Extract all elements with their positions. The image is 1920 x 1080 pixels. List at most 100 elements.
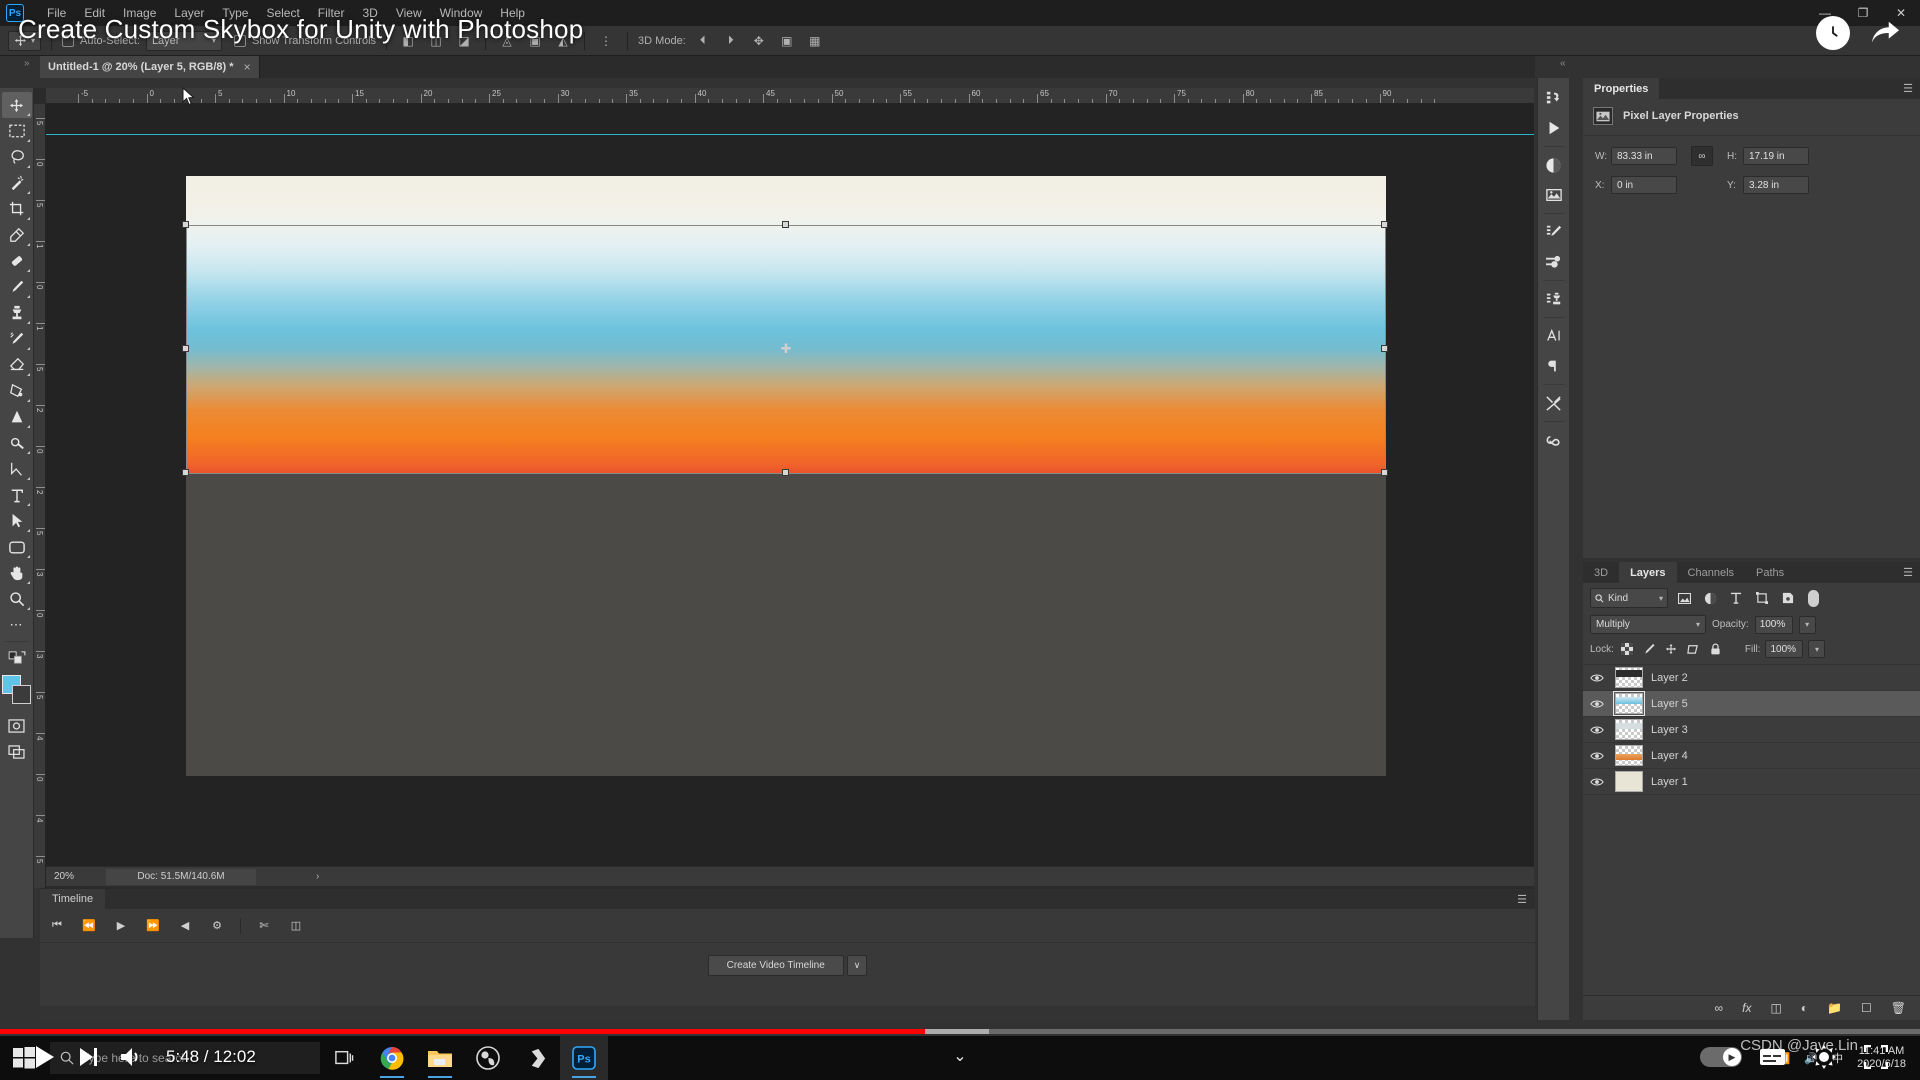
timeline-track-area[interactable]: Create Video Timeline ∨ xyxy=(40,955,1535,995)
hide-controls-chevron-icon[interactable]: ⌄ xyxy=(953,1046,966,1066)
table-row[interactable]: Layer 5 xyxy=(1583,691,1920,717)
gradient-tool[interactable] xyxy=(2,378,32,404)
document-viewport[interactable]: ✚ xyxy=(46,104,1534,872)
magic-wand-tool[interactable] xyxy=(2,170,32,196)
table-row[interactable]: Layer 1 xyxy=(1583,769,1920,795)
horizontal-guide[interactable] xyxy=(46,134,1534,135)
go-to-first-frame-icon[interactable]: ⏮ xyxy=(48,919,66,932)
transform-handle-bottom-left[interactable] xyxy=(182,469,189,476)
align-top-edges-icon[interactable]: ◬ xyxy=(496,30,518,52)
adjustment-layer-icon[interactable]: ◐ xyxy=(1801,1001,1808,1015)
height-field[interactable]: 17.19 in xyxy=(1743,147,1809,165)
paragraph-panel-icon[interactable] xyxy=(1540,352,1568,380)
split-clip-icon[interactable]: ✄ xyxy=(255,919,273,932)
add-mask-icon[interactable]: ◫ xyxy=(1770,1001,1781,1015)
slide-3d-icon[interactable]: ▣ xyxy=(776,30,798,52)
menu-3d[interactable]: 3D xyxy=(353,3,386,23)
fullscreen-icon[interactable] xyxy=(1854,1035,1898,1079)
table-row[interactable]: Layer 2 xyxy=(1583,665,1920,691)
x-position-field[interactable]: 0 in xyxy=(1611,176,1677,194)
vertical-ruler[interactable]: 5051015202530354045 xyxy=(34,104,46,888)
document-tab[interactable]: Untitled-1 @ 20% (Layer 5, RGB/8) * × xyxy=(40,56,260,78)
fill-field[interactable]: 100% xyxy=(1765,640,1804,658)
tab-channels[interactable]: Channels xyxy=(1677,562,1745,583)
hand-tool[interactable] xyxy=(2,560,32,586)
tool-preset-picker[interactable]: ▾ xyxy=(8,30,42,51)
layer-visibility-eye-icon[interactable] xyxy=(1587,673,1607,683)
background-color-swatch[interactable] xyxy=(11,685,31,704)
menu-image[interactable]: Image xyxy=(114,3,165,23)
menu-window[interactable]: Window xyxy=(431,3,492,23)
distribute-menu-icon[interactable]: ⋮ xyxy=(595,30,617,52)
type-tool[interactable] xyxy=(2,482,32,508)
brush-tool[interactable] xyxy=(2,274,32,300)
share-arrow-icon[interactable] xyxy=(1868,16,1902,50)
new-group-icon[interactable]: 📁 xyxy=(1827,1001,1842,1015)
zoom-level-field[interactable]: 20% xyxy=(46,871,106,882)
properties-panel-menu-icon[interactable]: ☰ xyxy=(1903,82,1913,95)
auto-select-scope-select[interactable]: Layer ▾ xyxy=(145,30,222,51)
play-icon[interactable] xyxy=(22,1035,66,1079)
lock-position-icon[interactable] xyxy=(1663,641,1680,658)
brush-settings-panel-icon[interactable] xyxy=(1540,218,1568,246)
layer-visibility-eye-icon[interactable] xyxy=(1587,777,1607,787)
align-right-edges-icon[interactable]: ◪ xyxy=(453,30,475,52)
menu-layer[interactable]: Layer xyxy=(165,3,213,23)
create-timeline-dropdown-icon[interactable]: ∨ xyxy=(846,955,868,976)
opacity-field[interactable]: 100% xyxy=(1754,615,1793,634)
layer-visibility-eye-icon[interactable] xyxy=(1587,725,1607,735)
layer-thumbnail[interactable] xyxy=(1615,745,1643,766)
volume-icon[interactable] xyxy=(110,1035,154,1079)
transform-handle-middle-left[interactable] xyxy=(182,345,189,352)
delete-layer-icon[interactable]: 🗑 xyxy=(1891,1001,1906,1015)
edit-toolbar-tool[interactable]: ⋯ xyxy=(2,612,32,638)
transition-icon[interactable]: ◫ xyxy=(287,919,305,932)
transform-handle-bottom-center[interactable] xyxy=(782,469,789,476)
tab-properties[interactable]: Properties xyxy=(1583,78,1660,99)
align-bottom-edges-icon[interactable]: ◭ xyxy=(552,30,574,52)
layer-visibility-eye-icon[interactable] xyxy=(1587,699,1607,709)
y-position-field[interactable]: 3.28 in xyxy=(1743,176,1809,194)
menu-select[interactable]: Select xyxy=(257,3,308,23)
pen-tool[interactable] xyxy=(2,456,32,482)
transform-pivot-point[interactable]: ✚ xyxy=(781,341,792,357)
lock-all-icon[interactable] xyxy=(1707,641,1724,658)
filter-kind-select[interactable]: Kind ▾ xyxy=(1590,588,1668,608)
transform-handle-top-right[interactable] xyxy=(1381,221,1388,228)
roll-3d-icon[interactable]: ⏵ xyxy=(720,30,742,52)
blend-mode-select[interactable]: Multiply ▾ xyxy=(1590,615,1706,634)
tab-3d[interactable]: 3D xyxy=(1583,562,1619,583)
filter-toggle-switch[interactable] xyxy=(1808,589,1819,607)
lock-artboard-icon[interactable] xyxy=(1685,641,1702,658)
auto-select-checkbox[interactable] xyxy=(62,34,75,47)
layers-panel-menu-icon[interactable]: ☰ xyxy=(1903,566,1913,579)
spot-healing-brush-tool[interactable] xyxy=(2,248,32,274)
show-transform-checkbox[interactable] xyxy=(233,34,246,47)
create-video-timeline-button[interactable]: Create Video Timeline xyxy=(707,955,844,976)
transform-handle-top-left[interactable] xyxy=(182,221,189,228)
type-filter-icon[interactable] xyxy=(1726,588,1746,608)
character-panel-icon[interactable] xyxy=(1540,322,1568,350)
tab-paths[interactable]: Paths xyxy=(1745,562,1795,583)
status-expand-icon[interactable]: › xyxy=(256,871,319,882)
pan-3d-icon[interactable]: ✥ xyxy=(748,30,770,52)
tab-layers[interactable]: Layers xyxy=(1619,562,1677,583)
width-field[interactable]: 83.33 in xyxy=(1611,147,1677,165)
next-frame-icon[interactable]: ⏩ xyxy=(144,919,162,932)
actions-panel-icon[interactable] xyxy=(1540,114,1568,142)
align-vertical-centers-icon[interactable]: ▣ xyxy=(524,30,546,52)
layer-thumbnail[interactable] xyxy=(1615,719,1643,740)
align-horizontal-centers-icon[interactable]: ◫ xyxy=(425,30,447,52)
pixel-filter-icon[interactable] xyxy=(1674,588,1694,608)
menu-view[interactable]: View xyxy=(387,3,431,23)
crop-tool[interactable] xyxy=(2,196,32,222)
layer-style-fx-icon[interactable]: fx xyxy=(1742,1001,1751,1015)
menu-filter[interactable]: Filter xyxy=(309,3,354,23)
quick-mask-icon[interactable] xyxy=(2,713,32,739)
rotate-3d-icon[interactable]: ⏴ xyxy=(692,30,714,52)
dock-collapse-arrows[interactable]: » xyxy=(24,58,30,69)
close-icon[interactable]: × xyxy=(244,60,251,74)
rectangular-marquee-tool[interactable] xyxy=(2,118,32,144)
align-left-edges-icon[interactable]: ◧ xyxy=(397,30,419,52)
dodge-tool[interactable] xyxy=(2,430,32,456)
